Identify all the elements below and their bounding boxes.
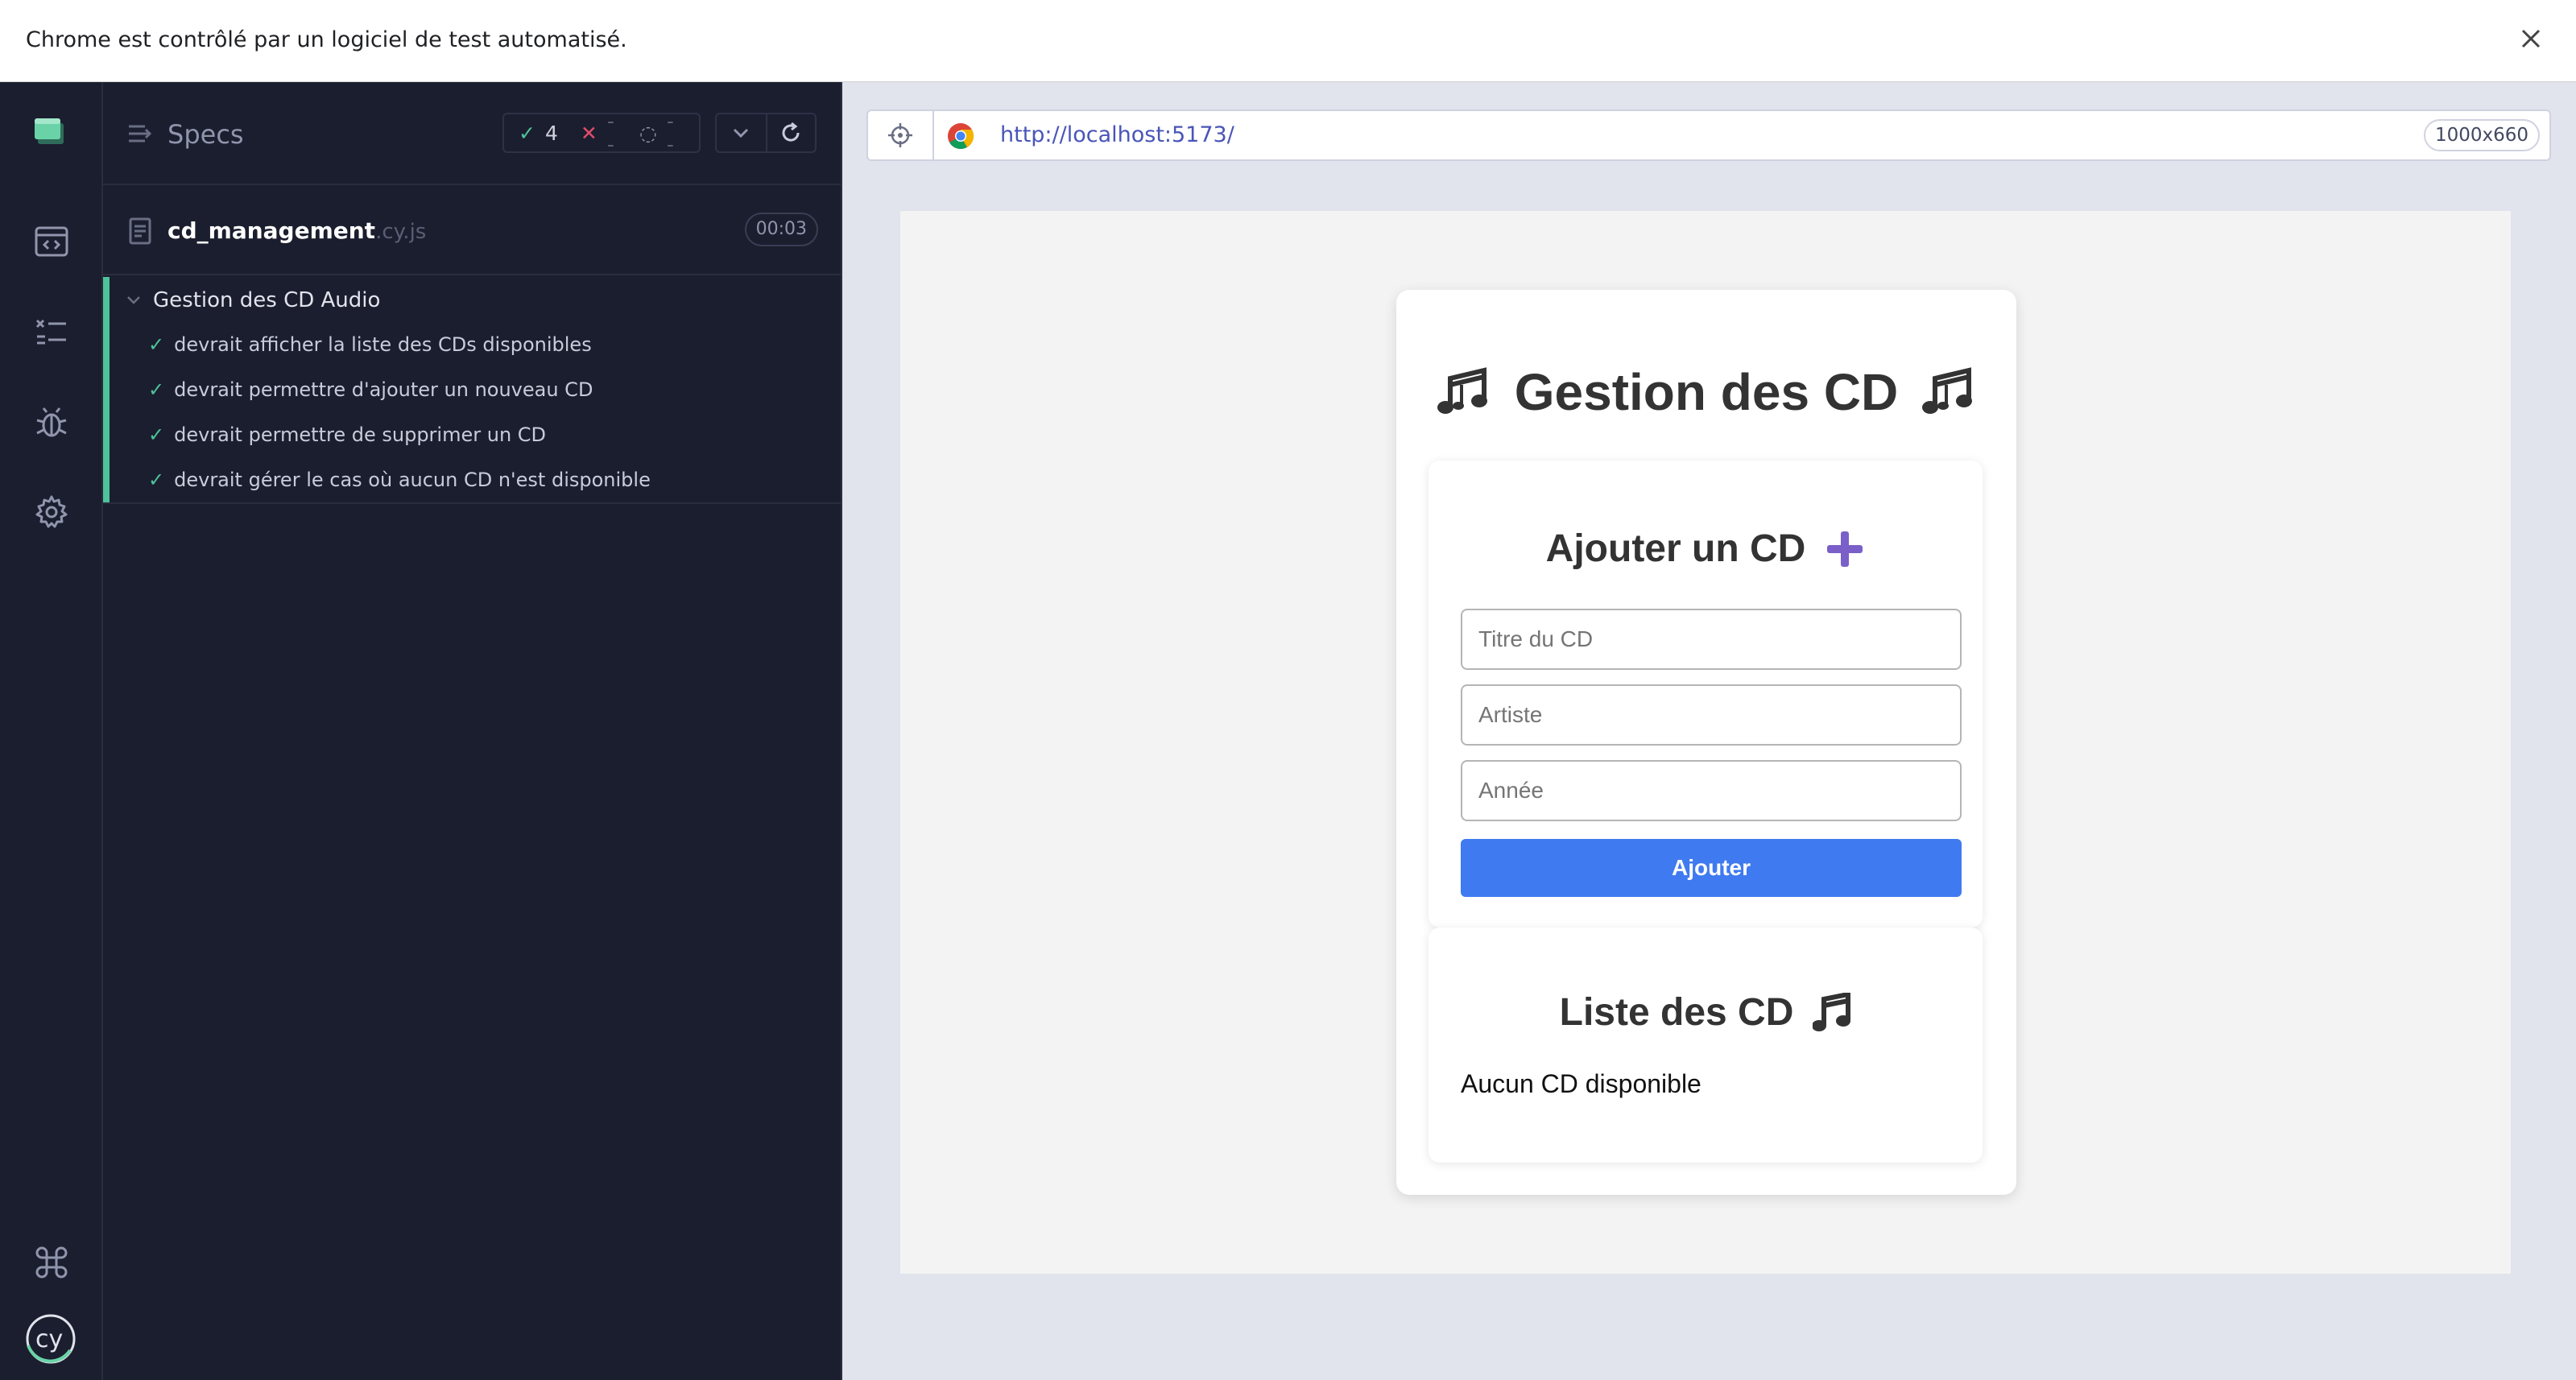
specs-header: Specs ✓ 4 ✕ -- ◌ -- <box>103 82 842 185</box>
check-icon: ✓ <box>148 469 165 491</box>
music-note-icon <box>1813 992 1851 1033</box>
settings-gear-icon[interactable] <box>31 491 72 533</box>
cd-list-title: Liste des CD <box>1429 990 1983 1035</box>
test-row[interactable]: ✓ devrait permettre d'ajouter un nouveau … <box>148 378 593 401</box>
add-cd-card: Ajouter un CD Ajouter <box>1429 461 1983 928</box>
check-icon: ✓ <box>148 333 165 356</box>
add-cd-title: Ajouter un CD <box>1429 527 1983 571</box>
check-icon: ✓ <box>148 378 165 401</box>
run-controls <box>715 113 817 153</box>
plus-icon <box>1825 529 1865 569</box>
close-icon[interactable] <box>2513 21 2549 56</box>
test-title: devrait permettre de supprimer un CD <box>174 424 547 446</box>
test-row[interactable]: ✓ devrait afficher la liste des CDs dispo… <box>148 333 592 356</box>
test-suite: Gestion des CD Audio ✓ devrait afficher l… <box>103 277 842 504</box>
check-icon: ✓ <box>148 424 165 446</box>
document-icon <box>129 217 151 248</box>
suite-pass-bar <box>103 277 110 502</box>
debug-nav-icon[interactable] <box>31 401 72 443</box>
specs-title[interactable]: Specs <box>167 119 244 150</box>
pending-count: ◌ -- <box>639 109 676 156</box>
test-stats: ✓ 4 ✕ -- ◌ -- <box>502 109 701 156</box>
app-container: Gestion des CD Ajouter un CD Ajouter <box>1396 290 2016 1195</box>
specs-panel: Specs ✓ 4 ✕ -- ◌ -- cd_management.cy.js 00:… <box>103 82 842 1380</box>
spec-duration-badge: 00:03 <box>744 213 818 246</box>
specs-nav-icon[interactable] <box>31 221 72 262</box>
selector-playground-icon[interactable] <box>868 111 934 159</box>
spec-file-basename: cd_management <box>167 217 376 244</box>
add-cd-button[interactable]: Ajouter <box>1461 839 1962 897</box>
test-title: devrait permettre d'ajouter un nouveau C… <box>174 378 593 401</box>
test-title: devrait afficher la liste des CDs dispon… <box>174 333 592 356</box>
url-text[interactable]: http://localhost:5173/ <box>1000 122 1234 147</box>
aut-panel: http://localhost:5173/ 1000x660 Gestion … <box>842 82 2576 1380</box>
cypress-logo-icon[interactable]: cy <box>24 1312 77 1366</box>
chevron-down-icon[interactable] <box>717 114 766 151</box>
cd-year-input[interactable] <box>1461 760 1962 821</box>
cd-list-title-text: Liste des CD <box>1559 991 1794 1034</box>
cd-title-input[interactable] <box>1461 609 1962 670</box>
automation-infobar: Chrome est contrôlé par un logiciel de t… <box>0 0 2576 82</box>
cross-icon: ✕ <box>580 121 597 145</box>
spec-file-ext: .cy.js <box>375 220 427 244</box>
app-viewport: Gestion des CD Ajouter un CD Ajouter <box>900 211 2511 1274</box>
suite-header[interactable]: Gestion des CD Audio <box>126 288 380 312</box>
music-notes-icon <box>1922 367 1975 417</box>
passed-count: ✓ 4 <box>519 122 558 145</box>
page-title: Gestion des CD <box>1396 362 2016 422</box>
url-bar: http://localhost:5173/ 1000x660 <box>866 109 2551 161</box>
test-title: devrait gérer le cas où aucun CD n'est d… <box>174 469 651 491</box>
left-nav: cy <box>0 82 103 1380</box>
rerun-icon[interactable] <box>765 114 815 151</box>
failed-count: ✕ -- <box>581 109 617 156</box>
chevron-down-icon <box>127 296 140 304</box>
pending-value: -- <box>666 109 674 156</box>
failed-value: -- <box>606 109 614 156</box>
test-row[interactable]: ✓ devrait gérer le cas où aucun CD n'est … <box>148 469 651 491</box>
cd-artist-input[interactable] <box>1461 684 1962 746</box>
pending-icon: ◌ <box>639 121 657 145</box>
project-logo-icon[interactable] <box>31 113 72 155</box>
runs-nav-icon[interactable] <box>31 311 72 353</box>
viewport-size-badge[interactable]: 1000x660 <box>2423 119 2540 151</box>
spec-file-row[interactable]: cd_management.cy.js 00:03 <box>103 185 842 275</box>
check-icon: ✓ <box>519 121 535 145</box>
chrome-icon <box>947 122 974 153</box>
keyboard-shortcuts-icon[interactable] <box>31 1242 72 1283</box>
empty-list-message: Aucun CD disponible <box>1461 1069 1701 1098</box>
spec-file-name: cd_management.cy.js <box>167 217 426 244</box>
suite-title: Gestion des CD Audio <box>153 288 381 312</box>
music-notes-icon <box>1437 367 1491 417</box>
add-cd-title-text: Ajouter un CD <box>1545 527 1806 570</box>
infobar-message: Chrome est contrôlé par un logiciel de t… <box>26 27 627 52</box>
cd-list-card: Liste des CD Aucun CD disponible <box>1429 928 1983 1163</box>
passed-value: 4 <box>544 121 558 145</box>
page-title-text: Gestion des CD <box>1514 363 1899 421</box>
svg-text:cy: cy <box>35 1325 63 1353</box>
test-row[interactable]: ✓ devrait permettre de supprimer un CD <box>148 424 546 446</box>
specs-list-icon <box>127 122 153 148</box>
